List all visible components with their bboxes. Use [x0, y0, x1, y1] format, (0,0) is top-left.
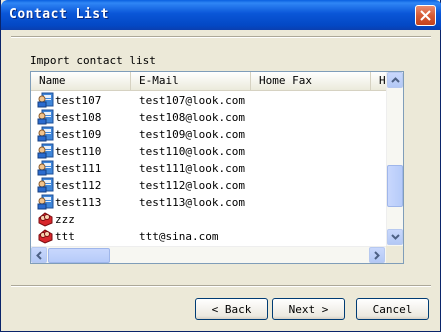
contact-email: test107@look.com — [139, 94, 245, 107]
list-rows: test107 test107@look.com test108 test108@lo… — [31, 92, 386, 245]
vertical-scroll-thumb[interactable] — [387, 165, 403, 207]
contact-name: test113 — [55, 196, 102, 209]
contact-card-icon — [37, 109, 54, 125]
distribution-list-icon — [37, 228, 54, 244]
horizontal-scroll-thumb[interactable] — [48, 248, 110, 263]
contact-card-icon — [37, 143, 54, 159]
vertical-scrollbar[interactable] — [386, 72, 403, 246]
list-header: Name E-Mail Home Fax H — [31, 72, 401, 91]
distribution-list-icon — [37, 211, 54, 227]
contact-name: zzz — [55, 213, 75, 226]
chevron-up-icon — [390, 77, 400, 83]
horizontal-scrollbar[interactable] — [31, 246, 386, 263]
contact-email: test110@look.com — [139, 145, 245, 158]
contact-name: test112 — [55, 179, 102, 192]
window-title: Contact List — [9, 7, 109, 22]
list-item[interactable]: ttt ttt@sina.com — [31, 228, 386, 245]
import-list-label: Import contact list — [30, 54, 156, 67]
contact-email: test111@look.com — [139, 162, 245, 175]
contact-name: test108 — [55, 111, 102, 124]
top-separator — [11, 36, 431, 38]
list-item[interactable]: test111 test111@look.com — [31, 160, 386, 177]
contact-name: test111 — [55, 162, 102, 175]
column-header-name[interactable]: Name — [31, 72, 131, 90]
chevron-down-icon — [390, 234, 400, 240]
cancel-button[interactable]: Cancel — [356, 298, 429, 320]
column-header-home-fax[interactable]: Home Fax — [251, 72, 371, 90]
close-icon — [420, 10, 431, 21]
contact-card-icon — [37, 194, 54, 210]
scroll-up-button[interactable] — [387, 72, 403, 88]
contact-name: test109 — [55, 128, 102, 141]
contact-list-dialog: Contact List Import contact list Name E-… — [0, 0, 441, 332]
list-item[interactable]: test107 test107@look.com — [31, 92, 386, 109]
list-item[interactable]: zzz — [31, 211, 386, 228]
list-item[interactable]: test109 test109@look.com — [31, 126, 386, 143]
close-button[interactable] — [415, 5, 436, 26]
next-button[interactable]: Next > — [272, 298, 345, 320]
scroll-right-button[interactable] — [369, 247, 385, 263]
contact-card-icon — [37, 126, 54, 142]
contact-listview[interactable]: Name E-Mail Home Fax H test107 test107@lo… — [30, 71, 404, 264]
scroll-down-button[interactable] — [387, 229, 403, 245]
back-button[interactable]: < Back — [195, 298, 268, 320]
chevron-left-icon — [36, 250, 42, 260]
list-item[interactable]: test108 test108@look.com — [31, 109, 386, 126]
contact-email: test112@look.com — [139, 179, 245, 192]
chevron-right-icon — [374, 250, 380, 260]
contact-card-icon — [37, 177, 54, 193]
contact-name: test110 — [55, 145, 102, 158]
contact-card-icon — [37, 160, 54, 176]
contact-email: test113@look.com — [139, 196, 245, 209]
list-item[interactable]: test113 test113@look.com — [31, 194, 386, 211]
contact-email: test109@look.com — [139, 128, 245, 141]
bottom-separator — [11, 285, 431, 287]
contact-name: test107 — [55, 94, 102, 107]
list-item[interactable]: test112 test112@look.com — [31, 177, 386, 194]
contact-email: ttt@sina.com — [139, 230, 219, 243]
title-bar[interactable]: Contact List — [1, 0, 441, 30]
contact-card-icon — [37, 92, 54, 108]
column-header-email[interactable]: E-Mail — [131, 72, 251, 90]
scroll-left-button[interactable] — [31, 247, 47, 263]
contact-name: ttt — [55, 230, 75, 243]
scrollbar-corner — [386, 246, 403, 263]
contact-email: test108@look.com — [139, 111, 245, 124]
list-item[interactable]: test110 test110@look.com — [31, 143, 386, 160]
